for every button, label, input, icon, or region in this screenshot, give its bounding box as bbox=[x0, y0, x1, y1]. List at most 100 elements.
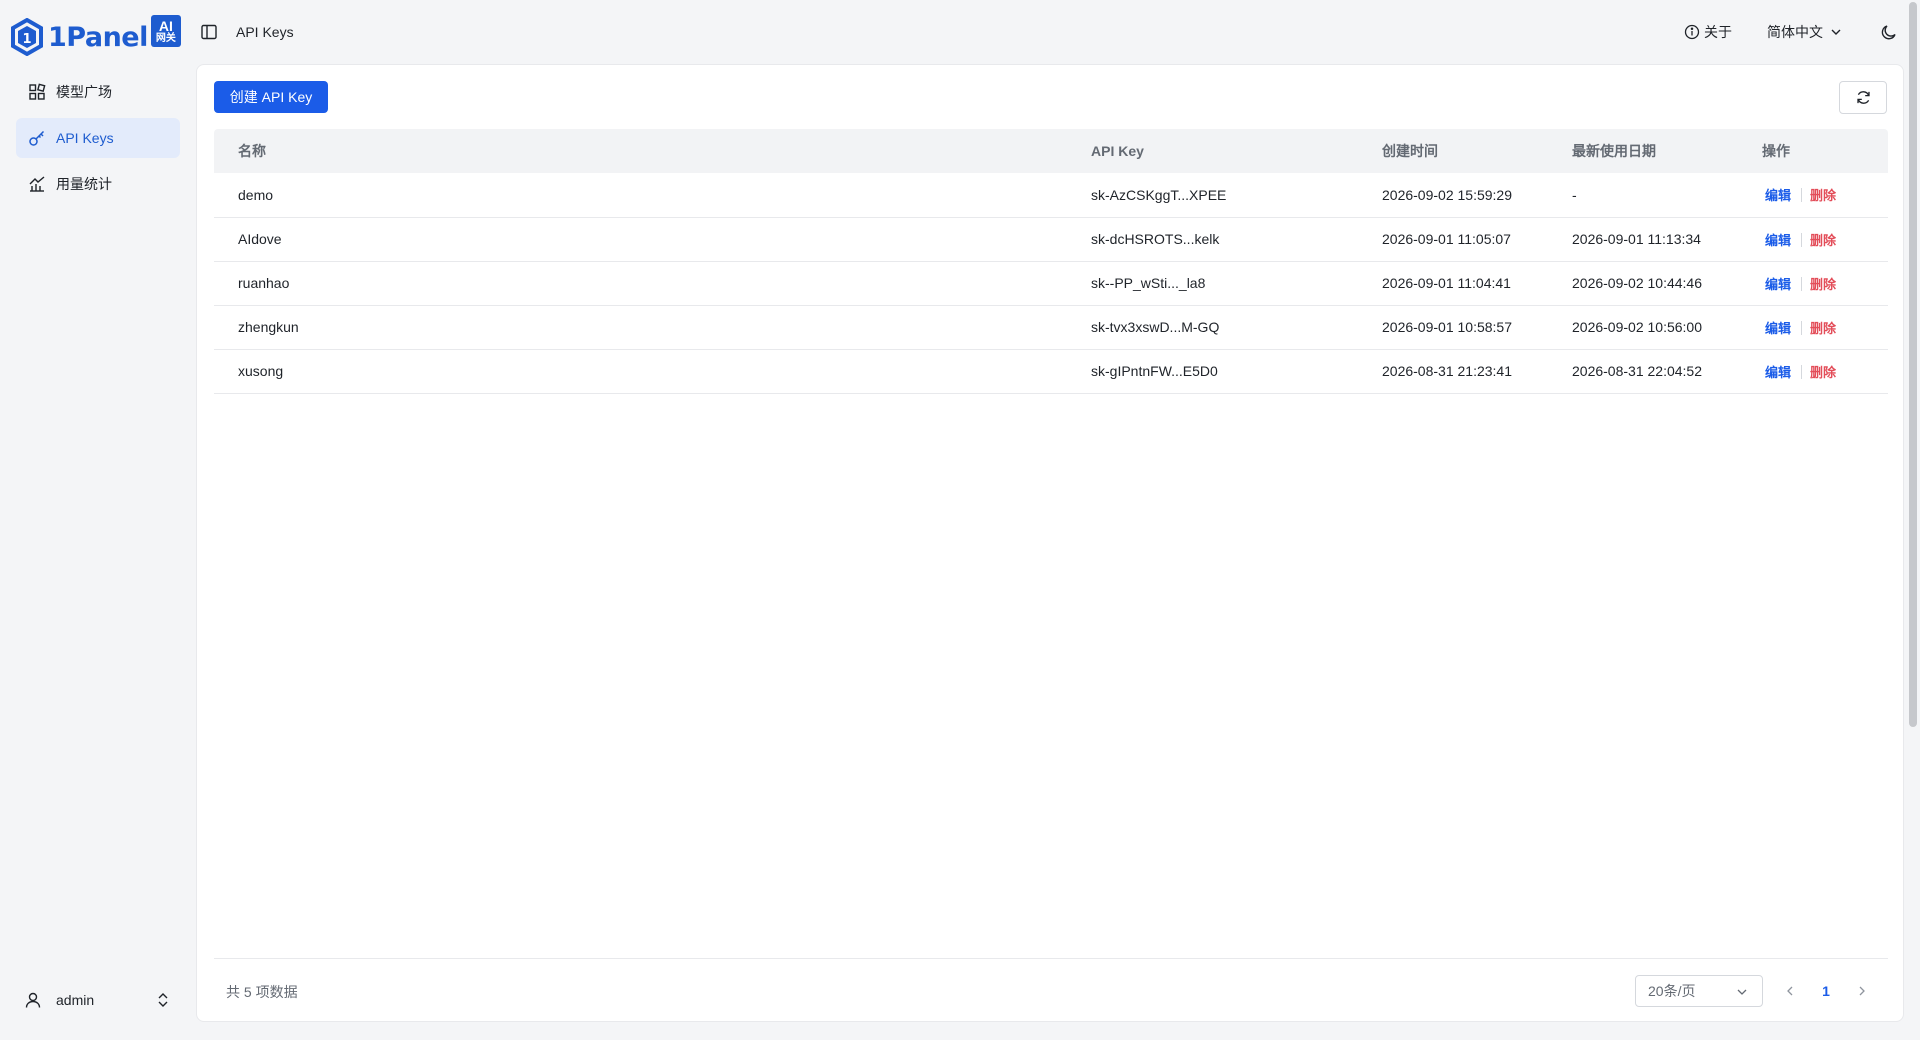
pagination: 1 bbox=[1783, 975, 1869, 1007]
action-divider bbox=[1801, 276, 1803, 291]
cell-last-used: 2026-08-31 22:04:52 bbox=[1548, 349, 1738, 394]
cell-created: 2026-09-01 10:58:57 bbox=[1358, 305, 1548, 350]
delete-button[interactable]: 删除 bbox=[1810, 365, 1836, 380]
key-icon bbox=[29, 130, 45, 146]
action-divider bbox=[1801, 188, 1803, 203]
chart-icon bbox=[29, 176, 45, 192]
edit-button[interactable]: 编辑 bbox=[1765, 365, 1791, 380]
language-select[interactable]: 简体中文 bbox=[1767, 22, 1842, 42]
grid-icon bbox=[29, 83, 46, 100]
refresh-button[interactable] bbox=[1839, 81, 1887, 114]
chevron-up-down-icon bbox=[158, 993, 168, 1007]
cell-last-used: 2026-09-01 11:13:34 bbox=[1548, 217, 1738, 262]
page-title: API Keys bbox=[236, 24, 294, 40]
logo-hexagon-icon: 1 bbox=[11, 18, 43, 56]
sidebar-item-label: 用量统计 bbox=[56, 176, 112, 192]
chevron-right-icon[interactable] bbox=[1855, 984, 1869, 998]
cell-api-key: sk-AzCSKggT...XPEE bbox=[1067, 173, 1358, 218]
api-keys-table: 名称 API Key 创建时间 最新使用日期 操作 demo sk-AzCSKg… bbox=[214, 129, 1888, 394]
action-divider bbox=[1801, 320, 1803, 335]
total-count: 共 5 项数据 bbox=[226, 984, 298, 1000]
logo-badge-bottom: 网关 bbox=[155, 32, 176, 44]
chevron-left-icon[interactable] bbox=[1783, 984, 1797, 998]
edit-button[interactable]: 编辑 bbox=[1765, 321, 1791, 336]
cell-name: ruanhao bbox=[214, 261, 1067, 306]
user-name: admin bbox=[56, 992, 95, 1008]
cell-api-key: sk-dcHSROTS...kelk bbox=[1067, 217, 1358, 262]
sidebar-nav: 模型广场 API Keys 用量统计 bbox=[16, 72, 180, 210]
table-row: demo sk-AzCSKggT...XPEE 2026-09-02 15:59… bbox=[214, 173, 1888, 218]
top-right-actions: 关于 简体中文 bbox=[1684, 0, 1920, 64]
cell-api-key: sk-tvx3xswD...M-GQ bbox=[1067, 305, 1358, 350]
edit-button[interactable]: 编辑 bbox=[1765, 233, 1791, 248]
api-keys-card: 创建 API Key 名称 API Key 创建时间 最新使用日期 操作 dem… bbox=[196, 64, 1904, 1022]
table-row: xusong sk-gIPntnFW...E5D0 2026-08-31 21:… bbox=[214, 349, 1888, 394]
edit-button[interactable]: 编辑 bbox=[1765, 277, 1791, 292]
sidebar-item-label: 模型广场 bbox=[56, 84, 112, 100]
cell-name: xusong bbox=[214, 349, 1067, 394]
sidebar-item-usage-stats[interactable]: 用量统计 bbox=[16, 164, 180, 204]
info-icon bbox=[1684, 24, 1700, 40]
about-link[interactable]: 关于 bbox=[1684, 22, 1732, 42]
scrollbar-thumb[interactable] bbox=[1909, 2, 1917, 727]
delete-button[interactable]: 删除 bbox=[1810, 233, 1836, 248]
delete-button[interactable]: 删除 bbox=[1810, 188, 1836, 203]
cell-last-used: - bbox=[1548, 173, 1738, 218]
sidebar: 1 1Panel AI 网关 模型广场 API Keys 用量统计 admin bbox=[0, 0, 196, 1040]
sidebar-item-model-plaza[interactable]: 模型广场 bbox=[16, 72, 180, 112]
cell-actions: 编辑 删除 bbox=[1738, 349, 1888, 394]
user-icon bbox=[25, 992, 41, 1008]
cell-last-used: 2026-09-02 10:44:46 bbox=[1548, 261, 1738, 306]
cell-actions: 编辑 删除 bbox=[1738, 261, 1888, 306]
table-row: ruanhao sk--PP_wSti..._la8 2026-09-01 11… bbox=[214, 261, 1888, 306]
svg-text:1: 1 bbox=[22, 32, 31, 47]
column-header-created: 创建时间 bbox=[1358, 129, 1548, 173]
delete-button[interactable]: 删除 bbox=[1810, 321, 1836, 336]
column-header-last-used: 最新使用日期 bbox=[1548, 129, 1738, 173]
top-bar: API Keys 关于 简体中文 bbox=[196, 0, 1920, 64]
logo-badge-top: AI bbox=[158, 17, 173, 34]
cell-created: 2026-09-02 15:59:29 bbox=[1358, 173, 1548, 218]
user-menu[interactable]: admin bbox=[16, 980, 180, 1020]
action-divider bbox=[1801, 232, 1803, 247]
table-row: zhengkun sk-tvx3xswD...M-GQ 2026-09-01 1… bbox=[214, 305, 1888, 350]
create-api-key-button[interactable]: 创建 API Key bbox=[214, 81, 328, 113]
cell-api-key: sk--PP_wSti..._la8 bbox=[1067, 261, 1358, 306]
cell-name: zhengkun bbox=[214, 305, 1067, 350]
logo-badge: AI 网关 bbox=[150, 15, 181, 47]
cell-name: demo bbox=[214, 173, 1067, 218]
sidebar-item-api-keys[interactable]: API Keys bbox=[16, 118, 180, 158]
cell-actions: 编辑 删除 bbox=[1738, 305, 1888, 350]
page-scrollbar[interactable] bbox=[1906, 0, 1920, 1040]
page-size-label: 20条/页 bbox=[1648, 983, 1696, 999]
chevron-down-icon bbox=[1737, 989, 1747, 995]
edit-button[interactable]: 编辑 bbox=[1765, 188, 1791, 203]
column-header-api-key: API Key bbox=[1067, 129, 1358, 173]
cell-name: AIdove bbox=[214, 217, 1067, 262]
cell-api-key: sk-gIPntnFW...E5D0 bbox=[1067, 349, 1358, 394]
cell-created: 2026-08-31 21:23:41 bbox=[1358, 349, 1548, 394]
about-label: 关于 bbox=[1704, 24, 1732, 40]
column-header-name: 名称 bbox=[214, 129, 1067, 173]
delete-button[interactable]: 删除 bbox=[1810, 277, 1836, 292]
chevron-down-icon bbox=[1831, 29, 1841, 35]
sidebar-item-label: API Keys bbox=[56, 130, 114, 146]
page-size-select[interactable]: 20条/页 bbox=[1635, 975, 1763, 1007]
moon-icon[interactable] bbox=[1880, 23, 1898, 41]
refresh-icon bbox=[1856, 91, 1870, 104]
cell-actions: 编辑 删除 bbox=[1738, 217, 1888, 262]
cell-created: 2026-09-01 11:04:41 bbox=[1358, 261, 1548, 306]
page-number-current[interactable]: 1 bbox=[1810, 983, 1842, 999]
sidebar-toggle-icon[interactable] bbox=[200, 23, 218, 41]
action-divider bbox=[1801, 364, 1803, 379]
app-logo[interactable]: 1 1Panel AI 网关 bbox=[10, 14, 181, 60]
table-row: AIdove sk-dcHSROTS...kelk 2026-09-01 11:… bbox=[214, 217, 1888, 262]
logo-text: 1Panel bbox=[48, 21, 148, 53]
cell-last-used: 2026-09-02 10:56:00 bbox=[1548, 305, 1738, 350]
cell-actions: 编辑 删除 bbox=[1738, 173, 1888, 218]
footer-divider bbox=[214, 958, 1888, 959]
language-label: 简体中文 bbox=[1767, 24, 1823, 40]
table-header-row: 名称 API Key 创建时间 最新使用日期 操作 bbox=[214, 129, 1888, 173]
column-header-actions: 操作 bbox=[1738, 129, 1888, 173]
cell-created: 2026-09-01 11:05:07 bbox=[1358, 217, 1548, 262]
